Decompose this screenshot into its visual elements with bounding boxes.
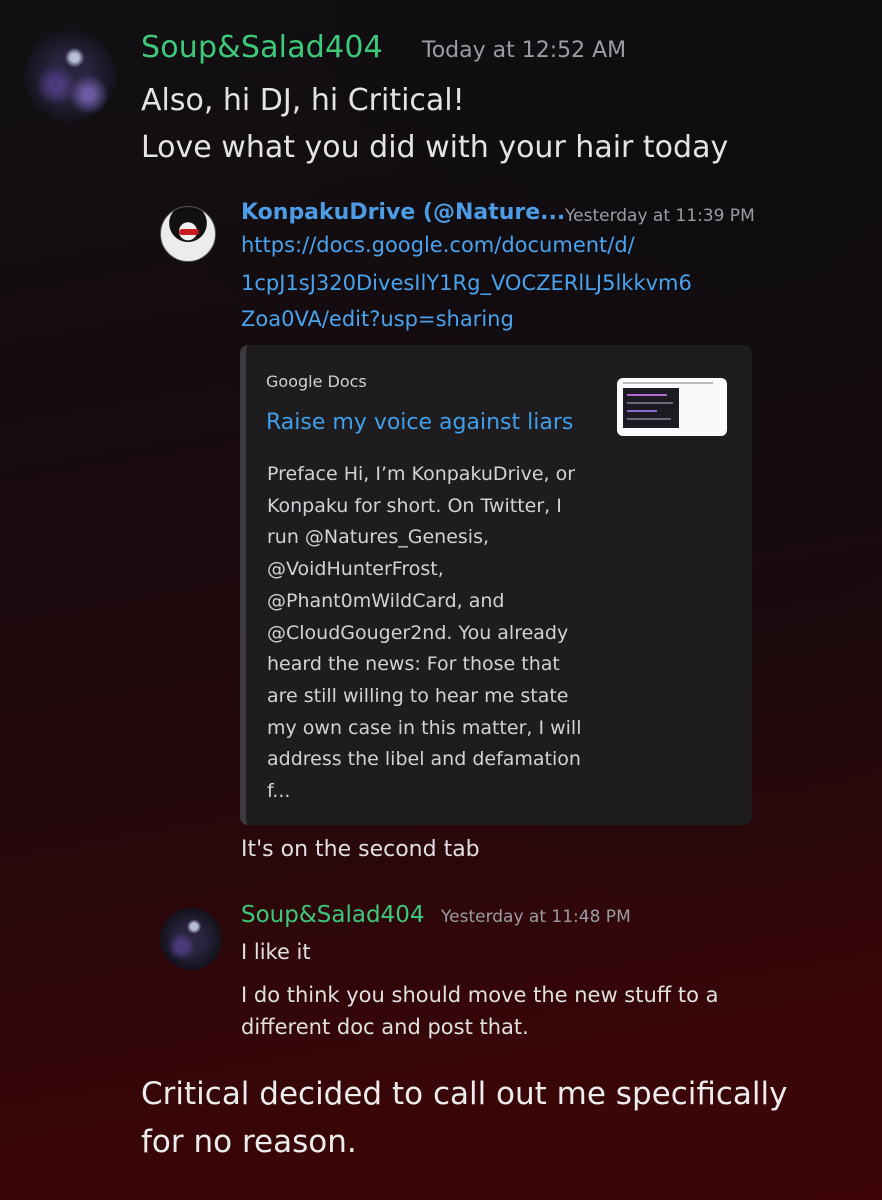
message-text-line: Also, hi DJ, hi Critical! [141, 83, 465, 118]
document-link[interactable]: https://docs.google.com/document/d/ [241, 233, 635, 257]
user-avatar[interactable] [24, 30, 116, 122]
reply-username[interactable]: Soup&Salad404 [241, 902, 424, 928]
message-text-line: Love what you did with your hair today [141, 130, 729, 165]
quoted-timestamp: Yesterday at 11:39 PM [565, 206, 755, 226]
embed-title-link[interactable]: Raise my voice against liars [266, 410, 573, 435]
reply-user-avatar[interactable] [160, 908, 222, 970]
reply-timestamp: Yesterday at 11:48 PM [441, 907, 631, 927]
embed-thumbnail[interactable] [617, 378, 727, 436]
caption-line: for no reason. [141, 1124, 357, 1160]
embed-description: Preface Hi, I’m KonpakuDrive, or Konpaku… [267, 463, 582, 803]
reply-text-line: I do think you should move the new stuff… [241, 983, 719, 1007]
caption-line: Critical decided to call out me specific… [141, 1076, 788, 1112]
reply-text-line: different doc and post that. [241, 1015, 529, 1039]
reply-text-line: I like it [241, 940, 311, 964]
embed-provider: Google Docs [266, 372, 367, 391]
document-link[interactable]: Zoa0VA/edit?usp=sharing [241, 307, 514, 331]
quoted-user-avatar[interactable] [160, 206, 216, 262]
quoted-username[interactable]: KonpakuDrive (@Nature... [241, 200, 565, 225]
quoted-followup-text: It's on the second tab [241, 837, 480, 862]
message-timestamp: Today at 12:52 AM [422, 38, 627, 63]
message-username[interactable]: Soup&Salad404 [141, 30, 383, 65]
document-link[interactable]: 1cpJ1sJ320DivesIlY1Rg_VOCZERlLJ5lkkvm6 [241, 271, 692, 295]
